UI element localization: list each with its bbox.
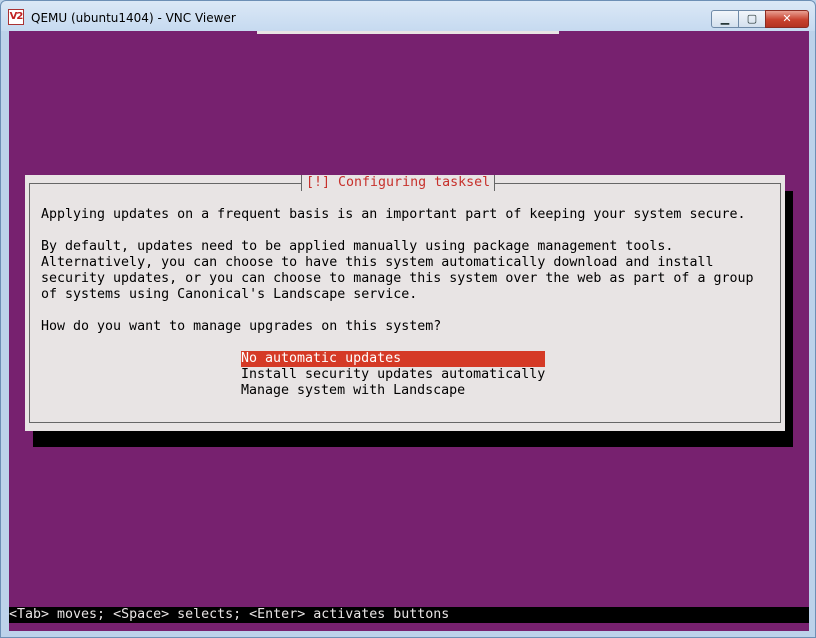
vnc-screen[interactable]: [!] Configuring tasksel Applying updates… <box>9 31 809 631</box>
tasksel-dialog: [!] Configuring tasksel Applying updates… <box>25 175 785 431</box>
option-install-security-updates[interactable]: Install security updates automatically <box>241 367 545 383</box>
description-line-3: security updates, or you can choose to m… <box>41 271 754 286</box>
intro-text: Applying updates on a frequent basis is … <box>41 207 746 222</box>
description-line-2: Alternatively, you can choose to have th… <box>41 255 714 270</box>
status-bar: <Tab> moves; <Space> selects; <Enter> ac… <box>9 607 809 623</box>
minimize-icon: ▁ <box>720 12 730 25</box>
description-line-1: By default, updates need to be applied m… <box>41 239 674 254</box>
title-bar[interactable]: V2 QEMU (ubuntu1404) - VNC Viewer ▁ ▢ ✕ <box>1 1 815 31</box>
maximize-button[interactable]: ▢ <box>738 10 766 28</box>
close-button[interactable]: ✕ <box>765 10 809 28</box>
dialog-title: [!] Configuring tasksel <box>301 175 496 191</box>
maximize-icon: ▢ <box>746 12 758 25</box>
window-title: QEMU (ubuntu1404) - VNC Viewer <box>31 11 236 25</box>
option-manage-with-landscape[interactable]: Manage system with Landscape <box>241 383 545 399</box>
description-line-4: of systems using Canonical's Landscape s… <box>41 287 418 302</box>
top-strip <box>257 31 559 34</box>
question-text: How do you want to manage upgrades on th… <box>41 319 442 334</box>
option-no-automatic-updates[interactable]: No automatic updates <box>241 351 545 367</box>
vnc-viewer-window: V2 QEMU (ubuntu1404) - VNC Viewer ▁ ▢ ✕ … <box>0 0 816 638</box>
close-icon: ✕ <box>782 12 792 25</box>
minimize-button[interactable]: ▁ <box>711 10 739 28</box>
vnc-viewer-icon[interactable]: V2 <box>8 9 24 25</box>
